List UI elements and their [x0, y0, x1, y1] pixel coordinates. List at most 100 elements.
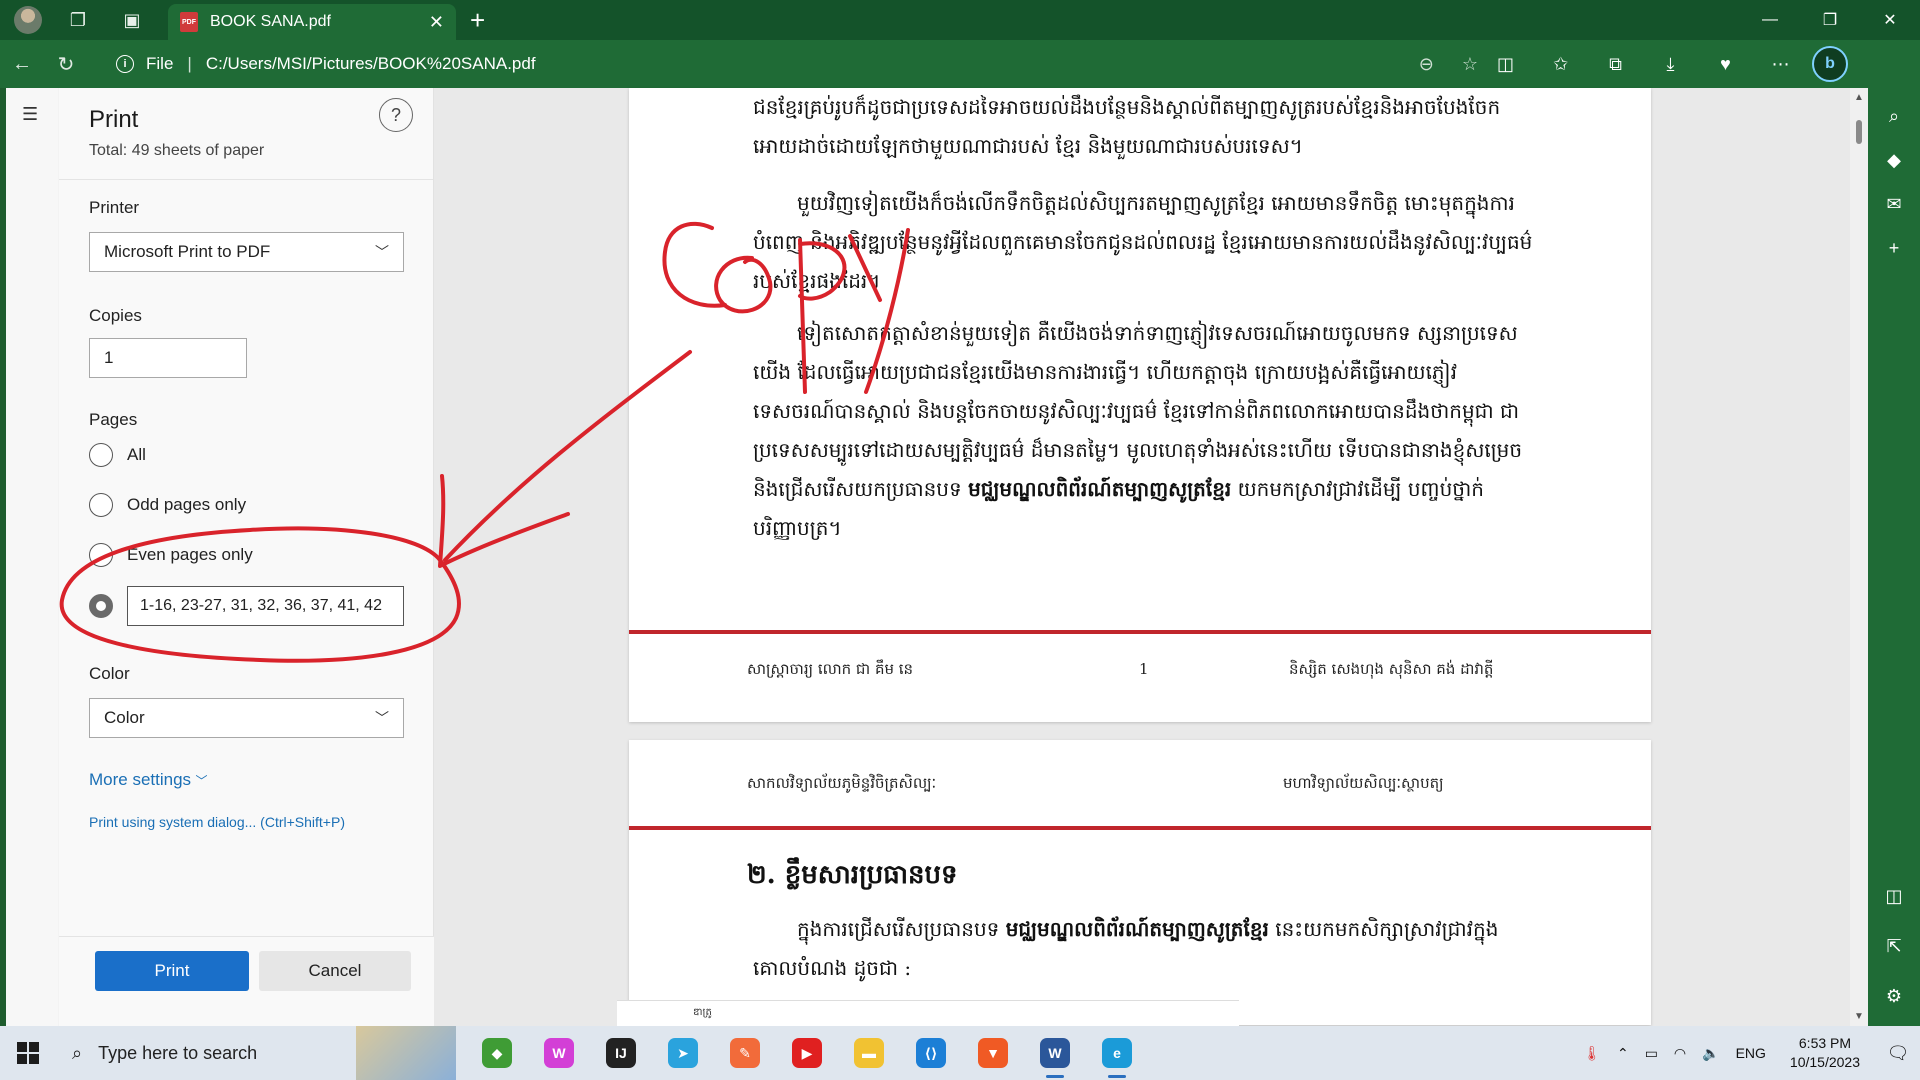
copies-input[interactable]: 1 [89, 338, 247, 378]
postman-icon-glyph: ✎ [730, 1038, 760, 1068]
system-dialog[interactable]: Print using system dialog... (Ctrl+Shift… [89, 814, 345, 832]
print-total: Total: 49 sheets of paper [89, 142, 265, 159]
favorites-icon[interactable]: ✩ [1533, 54, 1588, 75]
workspaces-icon[interactable]: ❐ [60, 2, 96, 38]
gear-icon[interactable]: ⚙ [1868, 974, 1920, 1018]
add-icon[interactable]: + [1868, 226, 1920, 270]
youtube-icon-glyph: ▶ [792, 1038, 822, 1068]
restore-button[interactable]: ❐ [1800, 0, 1860, 40]
radio-odd[interactable] [89, 493, 113, 517]
url-path: C:/Users/MSI/Pictures/BOOK%20SANA.pdf [205, 54, 536, 73]
battery-icon[interactable]: ▭ [1645, 1045, 1658, 1062]
color-value: Color [104, 708, 145, 727]
mongodb-icon[interactable]: ◆ [466, 1026, 528, 1080]
back-button[interactable]: ← [0, 44, 44, 84]
close-window-button[interactable]: ✕ [1860, 0, 1920, 40]
print-button[interactable]: Print [95, 951, 249, 991]
open-external-icon[interactable]: ⇱ [1868, 924, 1920, 968]
radio-all[interactable] [89, 443, 113, 467]
vscode-icon-glyph: ⟨⟩ [916, 1038, 946, 1068]
sidebar-toggle-icon[interactable]: ◫ [1868, 874, 1920, 918]
cancel-button[interactable]: Cancel [259, 951, 411, 991]
favorite-star-icon[interactable]: ☆ [1462, 54, 1478, 75]
telegram-icon[interactable]: ➤ [652, 1026, 714, 1080]
volume-icon[interactable]: 🔈 [1702, 1045, 1719, 1062]
youtube-icon[interactable]: ▶ [776, 1026, 838, 1080]
new-tab-button[interactable]: + [470, 5, 485, 36]
pages-odd-option[interactable]: Odd pages only [89, 490, 404, 520]
clock-time: 6:53 PM [1798, 1035, 1852, 1051]
taskbar-search[interactable]: ⌕ Type here to search [56, 1026, 356, 1080]
search-icon[interactable]: ⌕ [1868, 94, 1920, 138]
vscode-icon[interactable]: ⟨⟩ [900, 1026, 962, 1080]
file-explorer-icon[interactable]: ▬ [838, 1026, 900, 1080]
edge-sidebar: ⌕ ◆ ✉ + ◫ ⇱ ⚙ [1868, 88, 1920, 1026]
profile-avatar[interactable] [14, 6, 42, 34]
url-field[interactable]: i File | C:/Users/MSI/Pictures/BOOK%20SA… [98, 46, 1478, 82]
word-icon[interactable]: W [1024, 1026, 1086, 1080]
brave-icon-glyph: ▼ [978, 1038, 1008, 1068]
wifi-icon[interactable]: ◠ [1674, 1045, 1686, 1062]
page-number: 1 [1139, 660, 1149, 678]
clock[interactable]: 6:53 PM 10/15/2023 [1790, 1034, 1860, 1072]
brave-icon[interactable]: ▼ [962, 1026, 1024, 1080]
downloads-icon[interactable]: ⤓ [1643, 54, 1698, 75]
radio-custom[interactable] [89, 594, 113, 618]
chevron-up-icon[interactable]: ⌃ [1617, 1045, 1629, 1062]
header-right: មហាវិទ្យាល័យសិល្បៈស្ថាបត្យ [1283, 774, 1444, 792]
copilot-sidebar-icon[interactable]: ◆ [1868, 138, 1920, 182]
start-button[interactable] [0, 1026, 56, 1080]
language-indicator[interactable]: ENG [1736, 1045, 1766, 1061]
webstorm-icon[interactable]: W [528, 1026, 590, 1080]
windows-icon [17, 1042, 39, 1064]
page-rule [629, 630, 1651, 634]
tab-actions-icon[interactable]: ▣ [114, 2, 150, 38]
edge-icon-glyph: e [1102, 1038, 1132, 1068]
pdf-toolbar-left: ☰ [6, 88, 58, 1026]
split-screen-icon[interactable]: ◫ [1478, 54, 1533, 75]
performance-icon[interactable]: ♥ [1698, 54, 1753, 75]
zoom-icon[interactable]: ⊖ [1419, 54, 1434, 75]
collections-icon[interactable]: ⧉ [1588, 54, 1643, 75]
system-dialog-link[interactable]: Print using system dialog... (Ctrl+Shift… [89, 814, 345, 830]
pages-custom-option[interactable]: 1-16, 23-27, 31, 32, 36, 37, 41, 42 [89, 586, 404, 626]
paragraph-bold: មជ្ឈមណ្ឌលពិព័រណ៍តម្បាញសូត្រខ្មែរ [1005, 917, 1269, 941]
thermometer-icon[interactable]: 🌡 [1583, 1045, 1601, 1062]
print-header: Print Total: 49 sheets of paper ? [59, 88, 433, 180]
printer-select[interactable]: Microsoft Print to PDF ﹀ [89, 232, 404, 272]
pdf-scrollbar[interactable]: ▲ ▼ [1850, 88, 1868, 1026]
minimize-button[interactable]: — [1740, 0, 1800, 40]
postman-icon[interactable]: ✎ [714, 1026, 776, 1080]
copilot-icon[interactable]: b [1812, 46, 1848, 82]
pages-range-input[interactable]: 1-16, 23-27, 31, 32, 36, 37, 41, 42 [127, 586, 404, 626]
search-icon: ⌕ [72, 1042, 83, 1063]
url-separator: | [187, 54, 192, 73]
refresh-button[interactable]: ↻ [44, 44, 88, 84]
close-tab-icon[interactable]: ✕ [429, 12, 444, 33]
search-placeholder: Type here to search [98, 1042, 258, 1063]
scroll-up-icon[interactable]: ▲ [1854, 92, 1864, 103]
help-icon[interactable]: ? [379, 98, 413, 132]
more-settings-link[interactable]: More settings [89, 770, 191, 789]
paragraph: ជនខ្មែរគ្រប់រូបក៏ដូចជាប្រទេសដទៃអាចយល់ដឹង… [753, 95, 1501, 158]
scroll-down-icon[interactable]: ▼ [1854, 1011, 1864, 1022]
address-bar: ← ↻ i File | C:/Users/MSI/Pictures/BOOK%… [0, 40, 1920, 88]
edge-icon[interactable]: e [1086, 1026, 1148, 1080]
info-icon[interactable]: i [116, 55, 134, 73]
table-of-contents-icon[interactable]: ☰ [22, 104, 38, 125]
tab-book-sana[interactable]: PDF BOOK SANA.pdf ✕ [168, 4, 456, 40]
outlook-icon[interactable]: ✉ [1868, 182, 1920, 226]
more-menu-icon[interactable]: ⋯ [1753, 54, 1808, 75]
jetbrains-icon-glyph: IJ [606, 1038, 636, 1068]
pages-all-option[interactable]: All [89, 440, 404, 470]
more-settings[interactable]: More settings ﹀ [89, 770, 208, 790]
scroll-thumb[interactable] [1856, 120, 1862, 144]
notifications-icon[interactable]: 🗨 [1876, 1043, 1920, 1064]
header-left: សាកលវិទ្យាល័យភូមិន្ទវិចិត្រសិល្បៈ [747, 774, 937, 792]
color-select[interactable]: Color ﹀ [89, 698, 404, 738]
pages-even-option[interactable]: Even pages only [89, 540, 404, 570]
jetbrains-icon[interactable]: IJ [590, 1026, 652, 1080]
radio-even[interactable] [89, 543, 113, 567]
search-highlight-image[interactable] [356, 1026, 456, 1080]
mongodb-icon-glyph: ◆ [482, 1038, 512, 1068]
